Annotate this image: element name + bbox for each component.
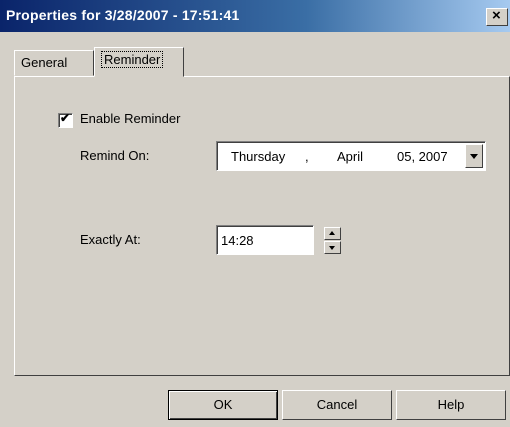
- tab-general[interactable]: General: [14, 50, 94, 76]
- cancel-button[interactable]: Cancel: [282, 390, 392, 420]
- close-icon[interactable]: ×: [492, 7, 501, 24]
- tab-general-label: General: [21, 55, 68, 70]
- spin-up-icon[interactable]: [324, 227, 341, 240]
- date-weekday[interactable]: Thursday: [231, 149, 285, 164]
- ok-button[interactable]: OK: [168, 390, 278, 420]
- properties-dialog: General Reminder Enable Reminder Remind …: [0, 32, 510, 427]
- spin-down-icon[interactable]: [324, 241, 341, 254]
- tab-reminder-label: Reminder: [101, 51, 164, 68]
- exactly-at-label: Exactly At:: [80, 232, 141, 247]
- enable-reminder-label[interactable]: Enable Reminder: [80, 111, 180, 126]
- enable-reminder-checkbox[interactable]: [58, 111, 73, 128]
- exactly-at-time-field[interactable]: 14:28: [216, 225, 314, 255]
- remind-on-date-picker[interactable]: Thursday , April 05, 2007: [216, 141, 486, 171]
- window-title: Properties for 3/28/2007 - 17:51:41: [6, 7, 240, 23]
- title-bar: Properties for 3/28/2007 - 17:51:41 ×: [0, 0, 510, 32]
- remind-on-label: Remind On:: [80, 148, 150, 163]
- help-button[interactable]: Help: [396, 390, 506, 420]
- date-separator: ,: [305, 149, 309, 164]
- chevron-down-icon[interactable]: [465, 144, 483, 168]
- date-month[interactable]: April: [337, 149, 363, 164]
- time-value[interactable]: 14:28: [221, 233, 254, 248]
- tab-reminder[interactable]: Reminder: [94, 47, 184, 77]
- close-button[interactable]: ×: [486, 7, 508, 26]
- time-spinner[interactable]: [324, 227, 341, 254]
- date-day-year[interactable]: 05, 2007: [397, 149, 448, 164]
